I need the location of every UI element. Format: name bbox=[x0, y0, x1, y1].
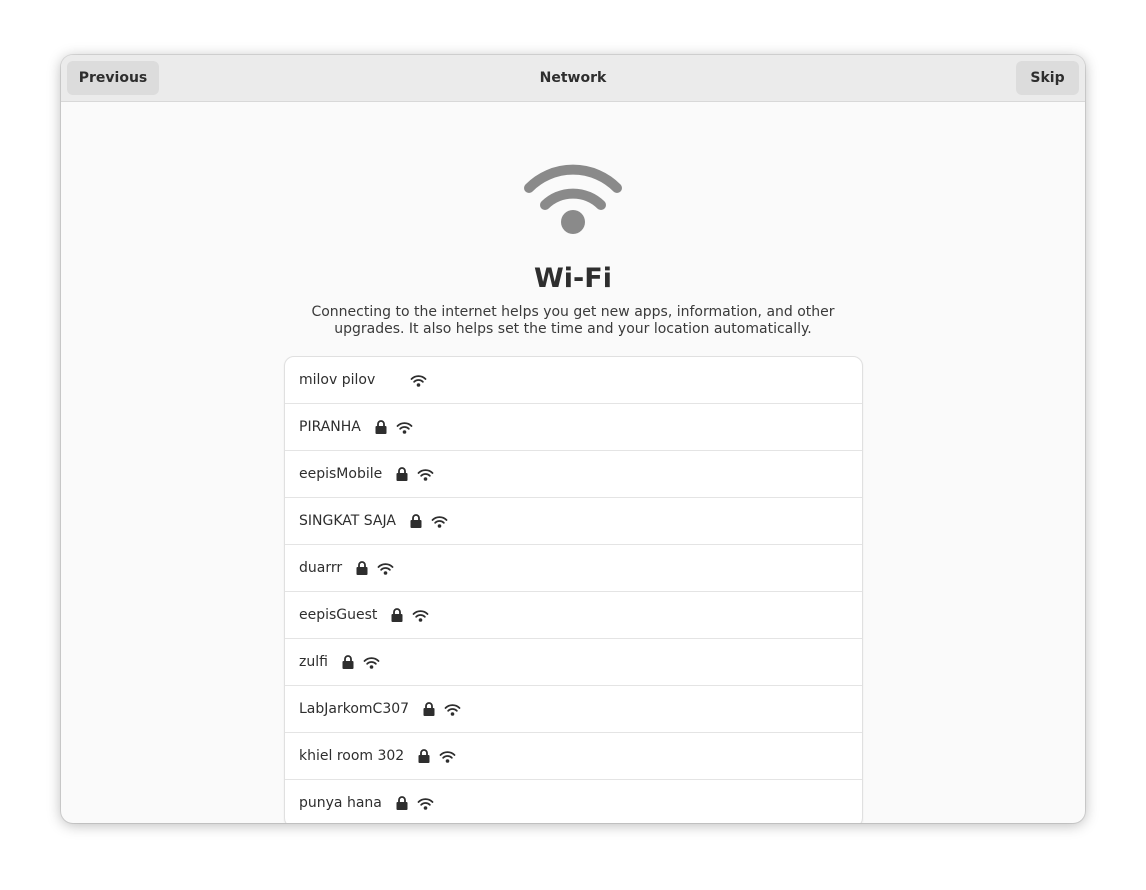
network-row[interactable]: LabJarkomC307 bbox=[285, 686, 862, 733]
network-row[interactable]: punya hana bbox=[285, 780, 862, 823]
wifi-signal-icon bbox=[363, 656, 380, 669]
wifi-signal-icon bbox=[444, 703, 461, 716]
network-row[interactable]: khiel room 302 bbox=[285, 733, 862, 780]
content-area: Wi-Fi Connecting to the internet helps y… bbox=[61, 102, 1085, 823]
description-text: Connecting to the internet helps you get… bbox=[311, 304, 835, 337]
wifi-signal-icon bbox=[396, 421, 413, 434]
wifi-signal-icon bbox=[410, 374, 427, 387]
network-row[interactable]: milov pilov bbox=[285, 357, 862, 404]
network-name: LabJarkomC307 bbox=[299, 701, 410, 717]
network-name: eepisMobile bbox=[299, 466, 383, 482]
network-name: milov pilov bbox=[299, 372, 376, 388]
wifi-signal-icon bbox=[377, 562, 394, 575]
lock-icon bbox=[342, 655, 354, 669]
network-row[interactable]: duarrr bbox=[285, 545, 862, 592]
setup-window: Previous Network Skip Wi-Fi Connecting t… bbox=[61, 55, 1085, 823]
lock-icon bbox=[391, 608, 403, 622]
wifi-signal-icon bbox=[417, 797, 434, 810]
lock-icon bbox=[375, 420, 387, 434]
lock-icon bbox=[396, 467, 408, 481]
network-row[interactable]: eepisMobile bbox=[285, 451, 862, 498]
network-row[interactable]: PIRANHA bbox=[285, 404, 862, 451]
page-header-title: Network bbox=[539, 70, 607, 86]
wifi-signal-icon bbox=[417, 468, 434, 481]
wifi-signal-icon bbox=[439, 750, 456, 763]
network-name: eepisGuest bbox=[299, 607, 378, 623]
network-name: duarrr bbox=[299, 560, 343, 576]
lock-icon bbox=[396, 796, 408, 810]
network-list: milov pilov PIRANHA eepisMobile SINGKAT SAJ… bbox=[284, 356, 863, 823]
lock-icon bbox=[410, 514, 422, 528]
lock-icon bbox=[356, 561, 368, 575]
network-name: punya hana bbox=[299, 795, 382, 811]
wifi-signal-icon bbox=[431, 515, 448, 528]
skip-button[interactable]: Skip bbox=[1016, 61, 1079, 95]
network-name: PIRANHA bbox=[299, 419, 361, 435]
headerbar: Previous Network Skip bbox=[61, 55, 1085, 102]
network-name: khiel room 302 bbox=[299, 748, 405, 764]
network-row[interactable]: eepisGuest bbox=[285, 592, 862, 639]
wifi-signal-icon bbox=[413, 609, 429, 622]
network-name: zulfi bbox=[299, 654, 328, 670]
network-name: SINGKAT SAJA bbox=[299, 513, 396, 529]
wifi-icon bbox=[524, 164, 622, 234]
lock-icon bbox=[423, 702, 435, 716]
lock-icon bbox=[418, 749, 430, 763]
page-title: Wi-Fi bbox=[534, 263, 612, 294]
network-row[interactable]: zulfi bbox=[285, 639, 862, 686]
network-row[interactable]: SINGKAT SAJA bbox=[285, 498, 862, 545]
